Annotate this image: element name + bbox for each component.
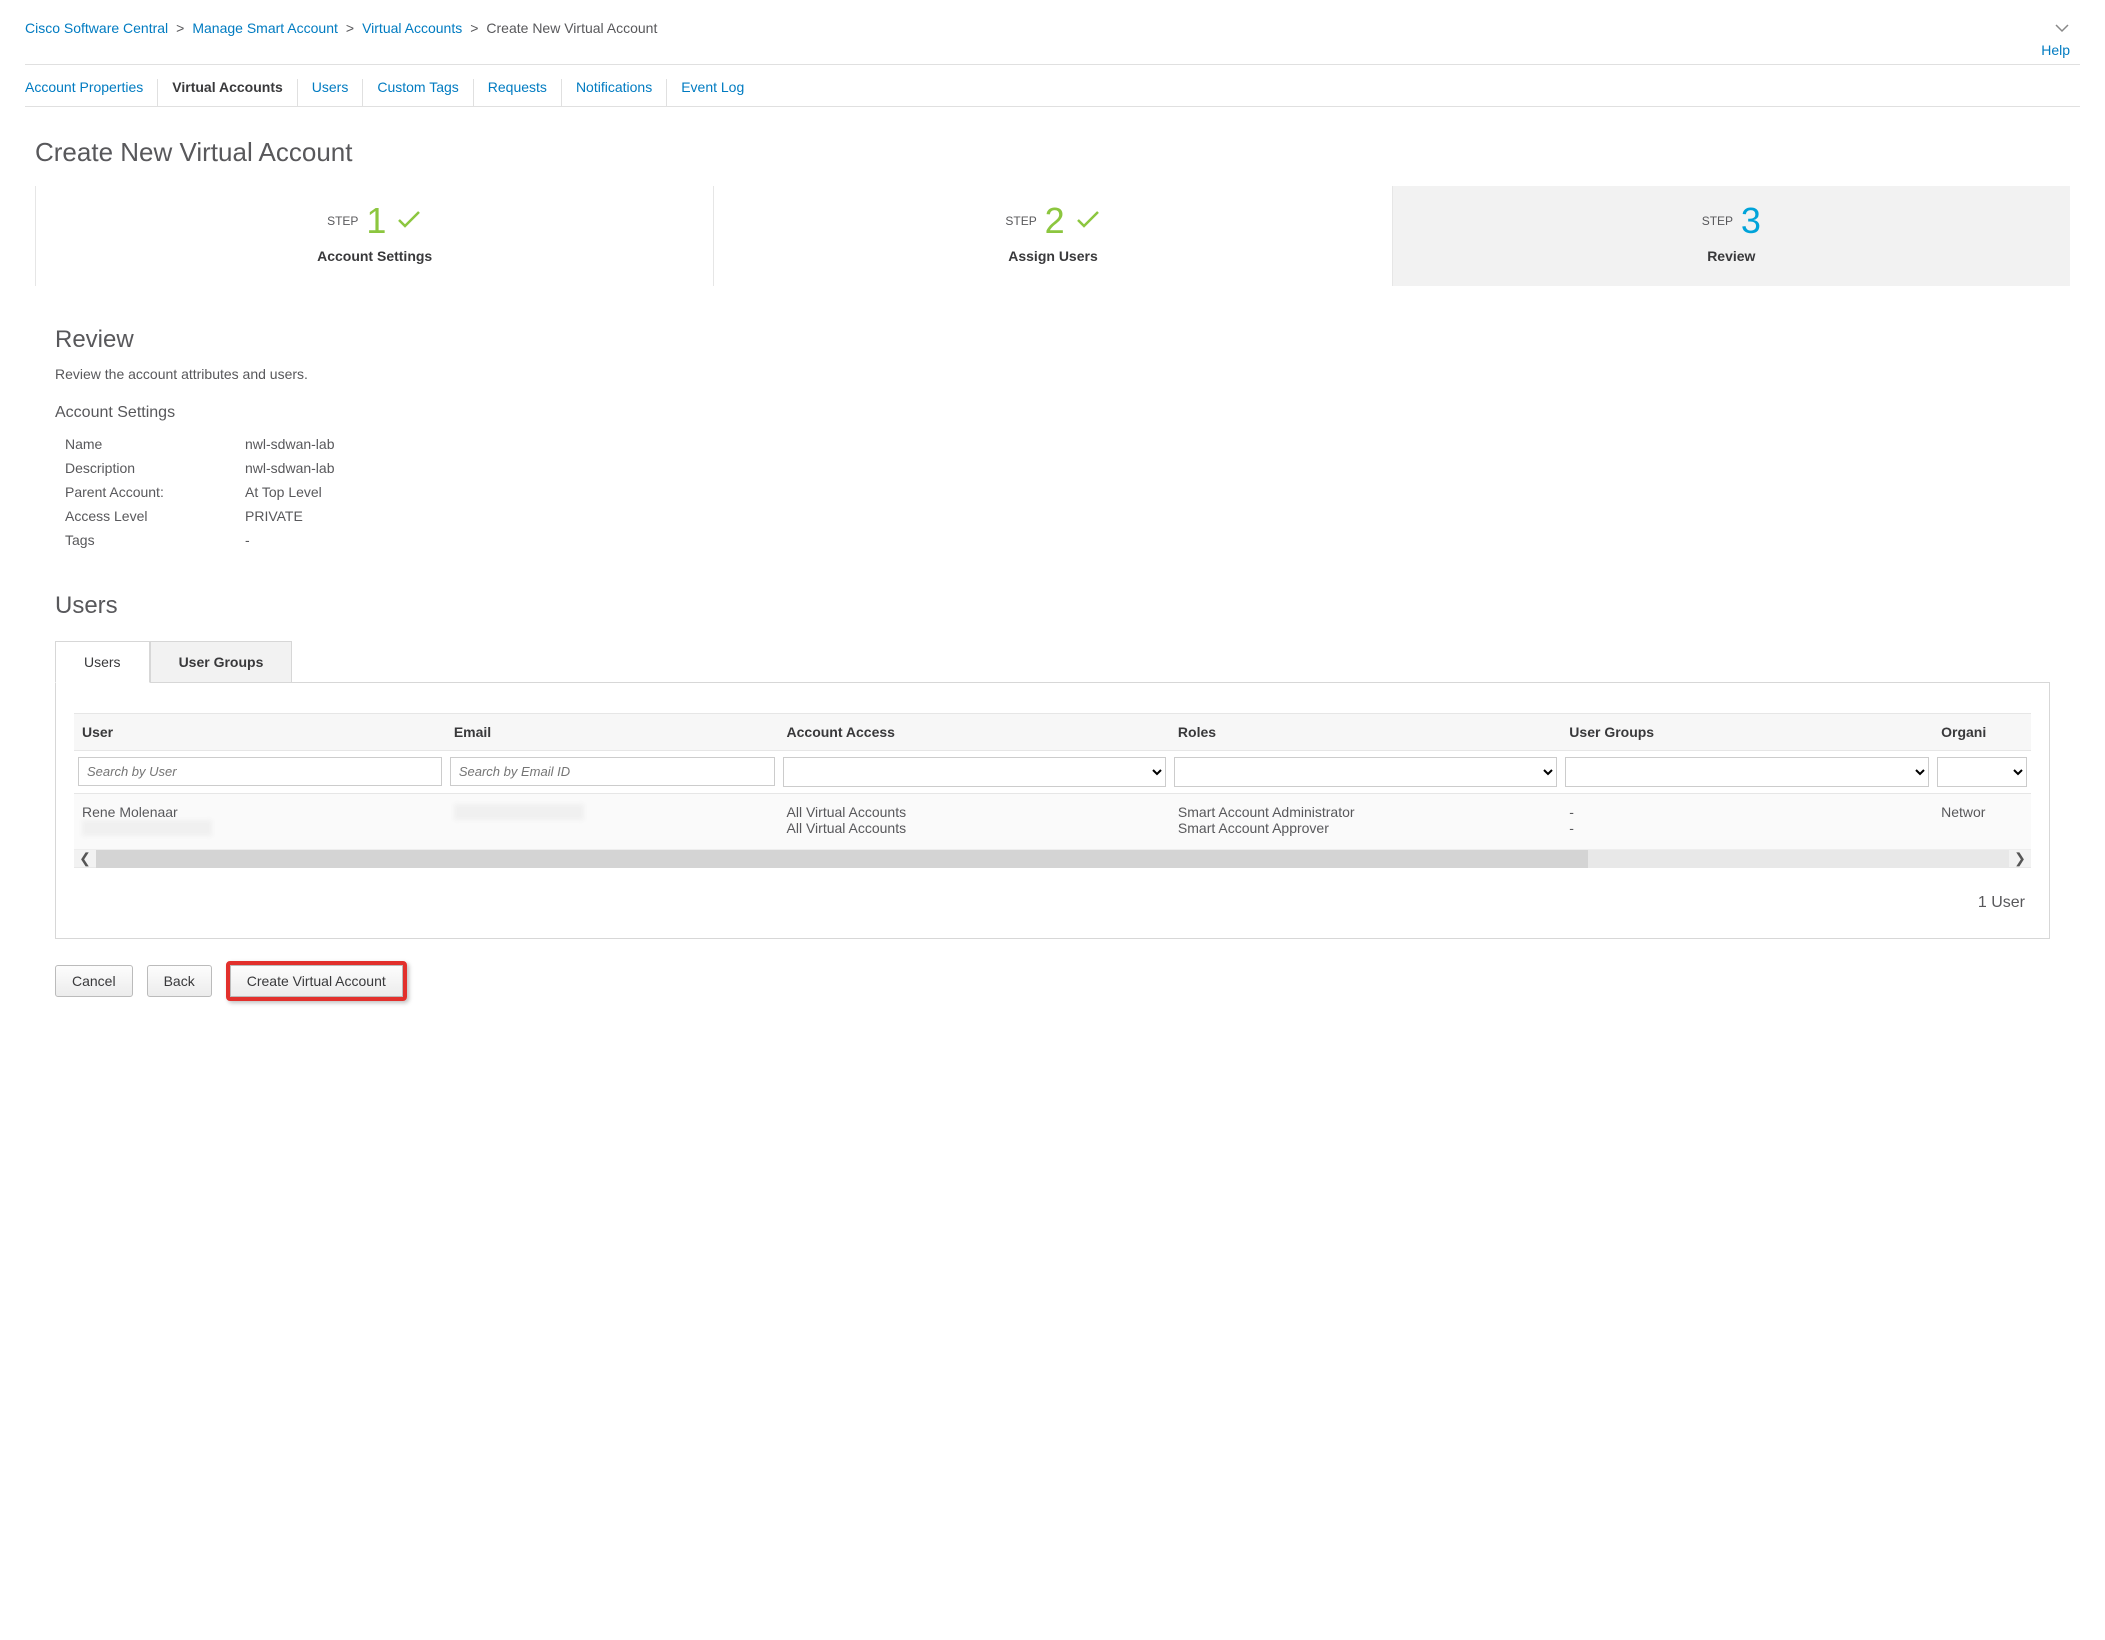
- back-button[interactable]: Back: [147, 965, 212, 997]
- setting-value: nwl-sdwan-lab: [245, 436, 2050, 452]
- inner-tab-users[interactable]: Users: [55, 641, 150, 683]
- action-bar: Cancel Back Create Virtual Account: [55, 961, 2050, 1001]
- help-link[interactable]: Help: [2041, 42, 2070, 58]
- step-title: Review: [1393, 248, 2070, 264]
- step-number: 3: [1741, 200, 1761, 242]
- scroll-track[interactable]: [96, 850, 2009, 868]
- step-label: STEP: [1005, 214, 1036, 228]
- setting-key: Parent Account:: [65, 484, 245, 500]
- step-title: Account Settings: [36, 248, 713, 264]
- col-user-groups[interactable]: User Groups: [1561, 713, 1933, 750]
- review-subtext: Review the account attributes and users.: [55, 366, 2050, 382]
- col-account-access[interactable]: Account Access: [779, 713, 1170, 750]
- setting-value: At Top Level: [245, 484, 2050, 500]
- tab-users[interactable]: Users: [298, 79, 364, 106]
- setting-key: Description: [65, 460, 245, 476]
- filter-access-select[interactable]: [783, 757, 1166, 787]
- users-heading: Users: [55, 592, 2050, 620]
- tab-event-log[interactable]: Event Log: [667, 79, 758, 106]
- redacted-email: [454, 804, 584, 820]
- create-button-highlight: Create Virtual Account: [226, 961, 407, 1001]
- review-heading: Review: [55, 326, 2050, 354]
- breadcrumb-separator: >: [176, 20, 184, 36]
- setting-row-parent-account: Parent Account: At Top Level: [55, 480, 2050, 504]
- check-icon: [1075, 209, 1101, 232]
- setting-row-description: Description nwl-sdwan-lab: [55, 456, 2050, 480]
- breadcrumb-separator: >: [470, 20, 478, 36]
- tab-custom-tags[interactable]: Custom Tags: [363, 79, 473, 106]
- breadcrumb-link-cisco-software-central[interactable]: Cisco Software Central: [25, 20, 168, 36]
- setting-key: Access Level: [65, 508, 245, 524]
- breadcrumb-link-manage-smart-account[interactable]: Manage Smart Account: [192, 20, 338, 36]
- tab-virtual-accounts[interactable]: Virtual Accounts: [158, 79, 297, 106]
- tab-requests[interactable]: Requests: [474, 79, 562, 106]
- group-line: -: [1569, 804, 1925, 820]
- tab-account-properties[interactable]: Account Properties: [25, 79, 158, 106]
- horizontal-scrollbar[interactable]: ❮ ❯: [74, 850, 2031, 868]
- step-assign-users: STEP 2 Assign Users: [713, 186, 1391, 286]
- divider: [25, 64, 2080, 65]
- step-review: STEP 3 Review: [1392, 186, 2070, 286]
- chevron-down-icon[interactable]: [2054, 20, 2070, 36]
- step-account-settings: STEP 1 Account Settings: [35, 186, 713, 286]
- setting-value: -: [245, 532, 2050, 548]
- setting-row-name: Name nwl-sdwan-lab: [55, 432, 2050, 456]
- table-row: Rene Molenaar All Virtual Accounts All V…: [74, 793, 2031, 849]
- account-settings-heading: Account Settings: [55, 404, 2050, 422]
- scroll-right-icon[interactable]: ❯: [2009, 850, 2031, 867]
- col-user[interactable]: User: [74, 713, 446, 750]
- filter-org-select[interactable]: [1937, 757, 2027, 787]
- step-label: STEP: [1702, 214, 1733, 228]
- step-number: 2: [1045, 200, 1065, 242]
- user-count: 1 User: [74, 868, 2031, 918]
- step-title: Assign Users: [714, 248, 1391, 264]
- org-line: Networ: [1941, 804, 2023, 820]
- role-line: Smart Account Approver: [1178, 820, 1553, 836]
- role-line: Smart Account Administrator: [1178, 804, 1553, 820]
- setting-value: PRIVATE: [245, 508, 2050, 524]
- filter-email-input[interactable]: [450, 757, 775, 786]
- setting-row-tags: Tags -: [55, 528, 2050, 552]
- check-icon: [396, 209, 422, 232]
- access-line: All Virtual Accounts: [787, 820, 1162, 836]
- col-email[interactable]: Email: [446, 713, 779, 750]
- inner-tab-user-groups[interactable]: User Groups: [150, 641, 293, 683]
- filter-user-input[interactable]: [78, 757, 442, 786]
- filter-roles-select[interactable]: [1174, 757, 1557, 787]
- filter-groups-select[interactable]: [1565, 757, 1929, 787]
- breadcrumb-link-virtual-accounts[interactable]: Virtual Accounts: [362, 20, 462, 36]
- cancel-button[interactable]: Cancel: [55, 965, 133, 997]
- redacted-text: [82, 820, 212, 836]
- group-line: -: [1569, 820, 1925, 836]
- tab-notifications[interactable]: Notifications: [562, 79, 667, 106]
- page-title: Create New Virtual Account: [35, 137, 2080, 168]
- col-organization[interactable]: Organi: [1933, 713, 2031, 750]
- users-inner-tabs: Users User Groups: [55, 640, 2050, 682]
- stepper: STEP 1 Account Settings STEP 2 Assign Us…: [35, 186, 2070, 286]
- setting-key: Tags: [65, 532, 245, 548]
- scroll-left-icon[interactable]: ❮: [74, 850, 96, 867]
- users-table: User Email Account Access Roles User Gro…: [74, 713, 2031, 868]
- setting-key: Name: [65, 436, 245, 452]
- top-tabs: Account Properties Virtual Accounts User…: [25, 79, 2080, 107]
- users-panel: User Email Account Access Roles User Gro…: [55, 682, 2050, 939]
- setting-value: nwl-sdwan-lab: [245, 460, 2050, 476]
- col-roles[interactable]: Roles: [1170, 713, 1561, 750]
- breadcrumb-separator: >: [346, 20, 354, 36]
- step-number: 1: [366, 200, 386, 242]
- user-name: Rene Molenaar: [82, 804, 438, 820]
- breadcrumb-current: Create New Virtual Account: [486, 20, 657, 36]
- access-line: All Virtual Accounts: [787, 804, 1162, 820]
- breadcrumb: Cisco Software Central > Manage Smart Ac…: [25, 20, 2080, 36]
- create-virtual-account-button[interactable]: Create Virtual Account: [230, 965, 403, 997]
- step-label: STEP: [327, 214, 358, 228]
- setting-row-access-level: Access Level PRIVATE: [55, 504, 2050, 528]
